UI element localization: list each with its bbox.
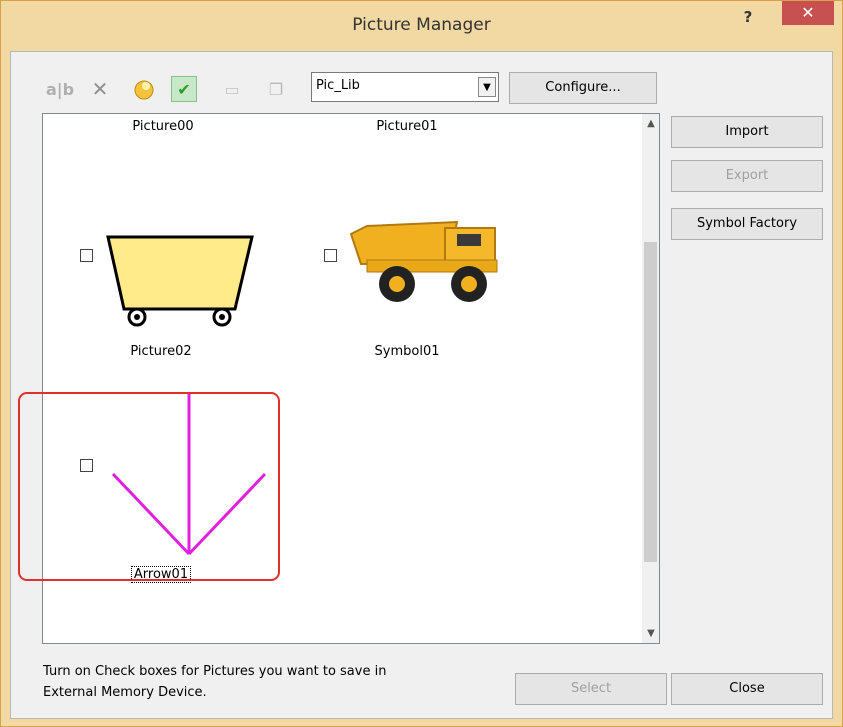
select-all-icon[interactable] bbox=[131, 76, 157, 102]
hint-line-1: Turn on Check boxes for Pictures you wan… bbox=[43, 664, 387, 679]
dump-truck-picture bbox=[349, 220, 498, 302]
symbol-factory-button[interactable]: Symbol Factory bbox=[671, 208, 823, 240]
check-icon[interactable]: ✔ bbox=[171, 76, 197, 102]
cart-picture bbox=[106, 235, 254, 327]
library-select[interactable]: Pic_Lib ▼ bbox=[311, 72, 499, 102]
dialog-client-area: a|b ✕ ✔ ▭ ❐ Pic_Lib ▼ Configure... Pictu… bbox=[10, 51, 833, 719]
scroll-down-icon[interactable]: ▼ bbox=[642, 628, 659, 639]
symbol-label-01: Symbol01 bbox=[374, 344, 440, 359]
hint-line-2: External Memory Device. bbox=[43, 685, 207, 700]
copy-icon[interactable]: ❐ bbox=[263, 76, 289, 102]
window-close-button[interactable]: ✕ bbox=[782, 1, 834, 25]
selection-highlight bbox=[18, 392, 280, 581]
scroll-up-icon[interactable]: ▲ bbox=[642, 118, 659, 129]
scrollbar-thumb[interactable] bbox=[644, 242, 657, 562]
library-select-value: Pic_Lib bbox=[316, 78, 360, 93]
help-button[interactable]: ? bbox=[731, 4, 765, 30]
title-bar: Picture Manager ? ✕ bbox=[1, 1, 842, 51]
export-button[interactable]: Export bbox=[671, 160, 823, 192]
picture-manager-window: Picture Manager ? ✕ a|b ✕ ✔ ▭ ❐ Pic_Lib … bbox=[0, 0, 843, 727]
hint-text: Turn on Check boxes for Pictures you wan… bbox=[43, 661, 543, 703]
chevron-down-icon[interactable]: ▼ bbox=[478, 77, 496, 97]
symbol-checkbox-01[interactable] bbox=[324, 249, 337, 262]
picture-label-02: Picture02 bbox=[130, 344, 192, 359]
window-title: Picture Manager bbox=[352, 15, 491, 35]
blank-icon[interactable]: ▭ bbox=[219, 76, 245, 102]
configure-button[interactable]: Configure... bbox=[509, 72, 657, 104]
rename-icon[interactable]: a|b bbox=[46, 76, 74, 102]
picture-checkbox-02[interactable] bbox=[80, 249, 93, 262]
select-button[interactable]: Select bbox=[515, 673, 667, 705]
picture-label-00: Picture00 bbox=[132, 119, 194, 134]
close-button[interactable]: Close bbox=[671, 673, 823, 705]
import-button[interactable]: Import bbox=[671, 116, 823, 148]
delete-icon[interactable]: ✕ bbox=[87, 76, 113, 102]
picture-label-01: Picture01 bbox=[376, 119, 438, 134]
vertical-scrollbar[interactable]: ▲ ▼ bbox=[642, 114, 659, 643]
